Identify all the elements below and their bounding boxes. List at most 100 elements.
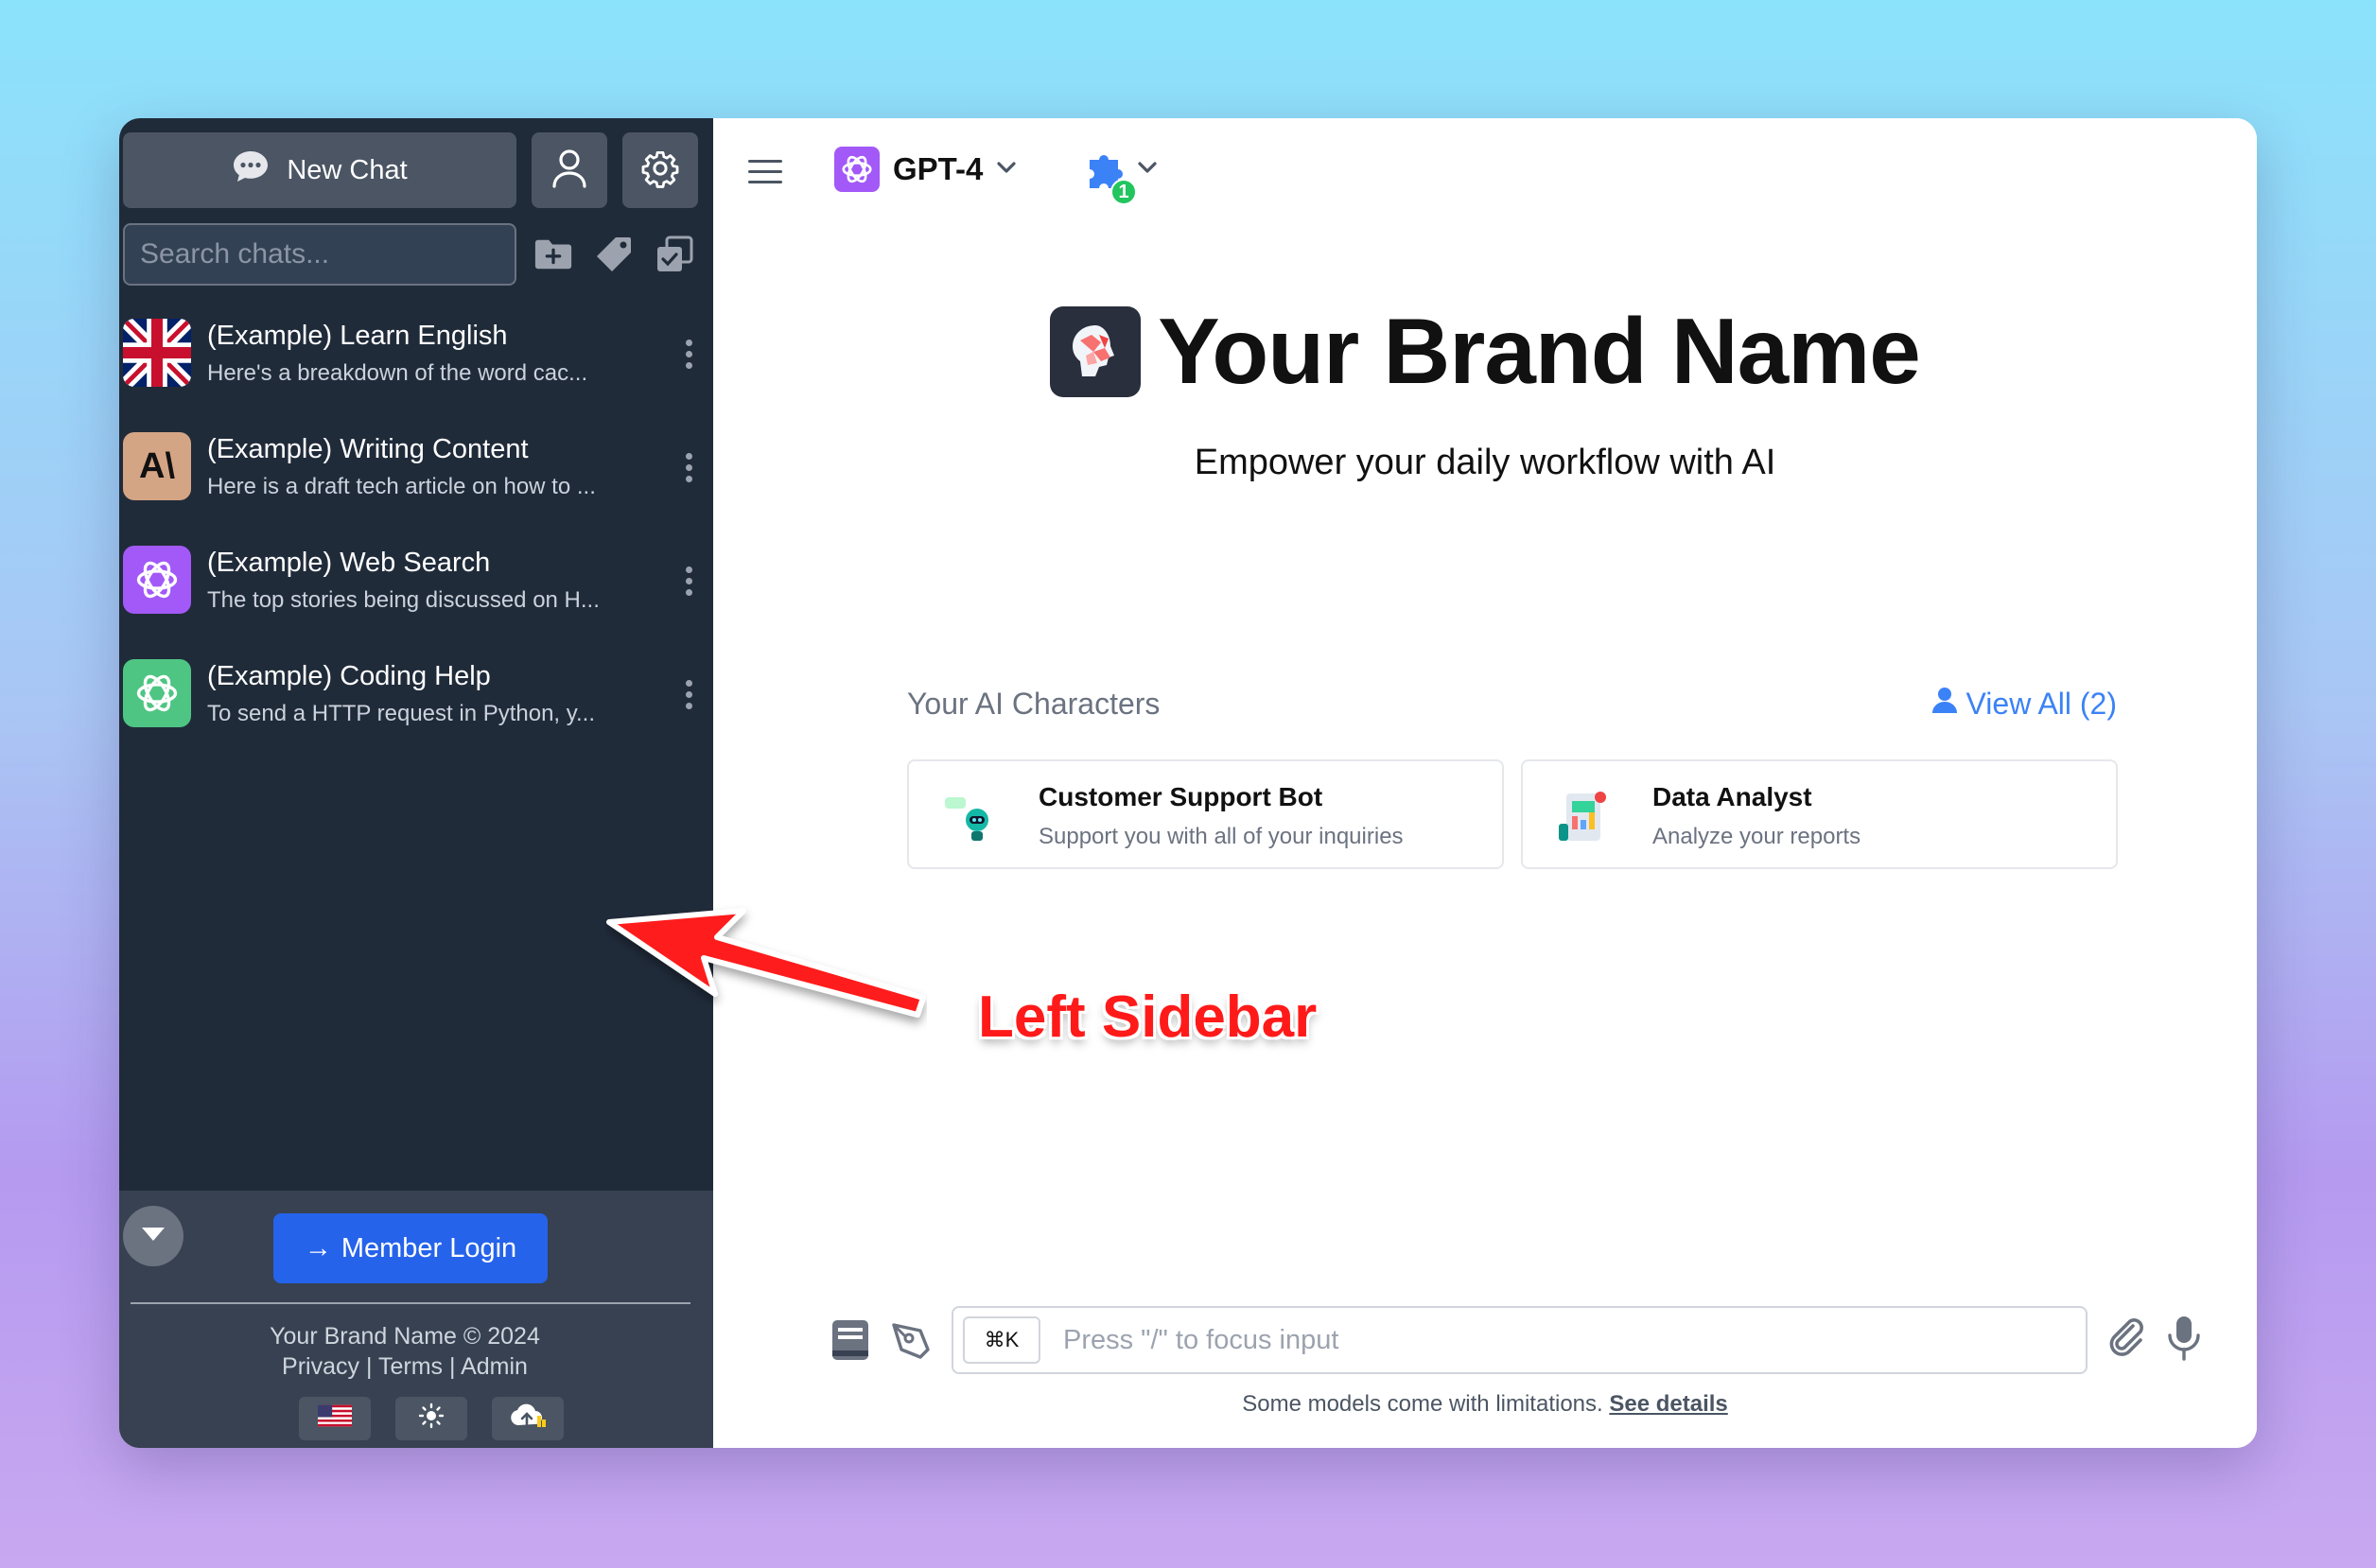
support-bot-icon (937, 784, 1004, 850)
chat-preview: Here's a breakdown of the word cac... (207, 360, 588, 386)
sidebar-footer: → Member Login Your Brand Name © 2024 Pr… (119, 1191, 713, 1448)
shortcut-hint: ⌘K (963, 1316, 1040, 1364)
character-card-data-analyst[interactable]: Data Analyst Analyze your reports (1521, 759, 2118, 869)
anthropic-logo-text: A\ (139, 445, 175, 486)
copyright-text: Your Brand Name © 2024 (270, 1323, 540, 1350)
footer-divider (131, 1302, 690, 1304)
character-description: Analyze your reports (1652, 824, 1861, 849)
pen-tool-icon[interactable] (887, 1316, 935, 1364)
cloud-upload-icon (509, 1402, 547, 1435)
chat-item-learn-english[interactable]: (Example) Learn English Here's a breakdo… (119, 319, 713, 432)
brand-logo-icon (1050, 305, 1142, 397)
search-actions (533, 235, 694, 274)
chat-title: (Example) Web Search (207, 548, 491, 578)
microphone-icon[interactable] (2165, 1315, 2203, 1367)
puzzle-icon: 1 (1082, 147, 1137, 205)
character-name: Data Analyst (1652, 782, 1812, 811)
chat-input-box: ⌘K (952, 1306, 2088, 1374)
ai-characters-header: Your AI Characters View All (2) (907, 686, 2117, 722)
app-window: New Chat Search chats... (Example) Learn… (119, 118, 2257, 1448)
login-label: Member Login (341, 1232, 517, 1263)
brand-row: Your Brand Name (1050, 298, 1921, 405)
left-sidebar: New Chat Search chats... (Example) Learn… (119, 118, 713, 1448)
chat-preview: To send a HTTP request in Python, y... (207, 701, 595, 726)
annotation-label: Left Sidebar (978, 984, 1318, 1050)
paperclip-icon[interactable] (2105, 1315, 2146, 1367)
tag-icon[interactable] (594, 235, 634, 274)
model-name: GPT-4 (893, 151, 984, 186)
openai-green-icon (123, 659, 191, 727)
openai-purple-icon (123, 546, 191, 614)
top-bar: GPT-4 1 (713, 118, 2257, 222)
link-separator: | (365, 1353, 373, 1380)
gear-icon (640, 148, 680, 193)
plugin-count-badge: 1 (1110, 179, 1137, 205)
chat-item-coding-help[interactable]: (Example) Coding Help To send a HTTP req… (119, 659, 713, 773)
theme-toggle-button[interactable] (395, 1397, 467, 1440)
prompt-library-icon[interactable] (827, 1316, 874, 1364)
language-button[interactable] (299, 1397, 371, 1440)
link-separator: | (448, 1353, 456, 1380)
chat-title: (Example) Learn English (207, 321, 508, 351)
sun-icon (418, 1402, 445, 1435)
chat-options-icon[interactable] (686, 340, 692, 369)
chat-preview: Here is a draft tech article on how to .… (207, 474, 596, 499)
ai-characters-title: Your AI Characters (907, 686, 1161, 721)
sidebar-top-row: New Chat (123, 132, 698, 208)
chat-item-web-search[interactable]: (Example) Web Search The top stories bei… (119, 546, 713, 659)
chat-options-icon[interactable] (686, 566, 692, 596)
annotation-arrow-icon (606, 908, 926, 1018)
chat-item-writing-content[interactable]: A\ (Example) Writing Content Here is a d… (119, 432, 713, 546)
upgrade-button[interactable] (492, 1397, 564, 1440)
openai-model-icon (834, 147, 880, 192)
new-chat-label: New Chat (287, 154, 408, 185)
ai-character-cards: Customer Support Bot Support you with al… (907, 759, 2118, 869)
admin-link[interactable]: Admin (461, 1353, 528, 1380)
chat-options-icon[interactable] (686, 680, 692, 709)
caret-down-icon (140, 1226, 166, 1247)
chat-options-icon[interactable] (686, 453, 692, 482)
collapse-button[interactable] (123, 1206, 183, 1266)
chevron-down-icon (996, 161, 1017, 179)
character-card-support-bot[interactable]: Customer Support Bot Support you with al… (907, 759, 1504, 869)
model-selector[interactable]: GPT-4 (834, 147, 1017, 192)
arrow-right-icon: → (304, 1232, 332, 1263)
search-chats-input[interactable] (123, 223, 516, 286)
select-multiple-icon[interactable] (655, 235, 694, 274)
view-all-label: View All (2) (1965, 686, 2117, 721)
chat-title: (Example) Writing Content (207, 434, 529, 464)
footer-links: Privacy | Terms | Admin (119, 1353, 690, 1381)
chat-title: (Example) Coding Help (207, 661, 491, 691)
character-name: Customer Support Bot (1039, 782, 1323, 811)
disclaimer-text: Some models come with limitations. (1242, 1391, 1603, 1417)
brand-name: Your Brand Name (1158, 299, 1920, 403)
menu-icon[interactable] (748, 160, 782, 191)
footer-icon-row (299, 1397, 564, 1440)
main-panel: GPT-4 1 Your Brand Name Empower your dai… (713, 118, 2257, 1448)
data-analyst-icon (1551, 784, 1617, 850)
uk-flag-icon (123, 319, 191, 387)
tagline: Empower your daily workflow with AI (1194, 443, 1776, 482)
anthropic-icon: A\ (123, 432, 191, 500)
plugin-selector[interactable]: 1 (1082, 147, 1158, 205)
disclaimer: Some models come with limitations. See d… (713, 1391, 2257, 1418)
us-flag-icon (318, 1404, 352, 1433)
input-right-actions (2105, 1315, 2203, 1367)
user-icon (1930, 686, 1959, 722)
privacy-link[interactable]: Privacy (282, 1353, 359, 1380)
user-icon (550, 148, 588, 193)
new-chat-button[interactable]: New Chat (123, 132, 516, 208)
profile-button[interactable] (532, 132, 607, 208)
chat-bubble-icon (232, 149, 270, 191)
see-details-link[interactable]: See details (1609, 1391, 1727, 1417)
member-login-button[interactable]: → Member Login (273, 1213, 548, 1283)
new-folder-icon[interactable] (533, 235, 573, 274)
search-row (123, 223, 694, 286)
view-all-link[interactable]: View All (2) (1930, 686, 2117, 722)
terms-link[interactable]: Terms (378, 1353, 443, 1380)
chat-list: (Example) Learn English Here's a breakdo… (119, 319, 713, 773)
settings-button[interactable] (622, 132, 698, 208)
chat-input[interactable] (1063, 1324, 2009, 1356)
hero-section: Your Brand Name Empower your daily workf… (713, 298, 2257, 483)
character-description: Support you with all of your inquiries (1039, 824, 1404, 849)
